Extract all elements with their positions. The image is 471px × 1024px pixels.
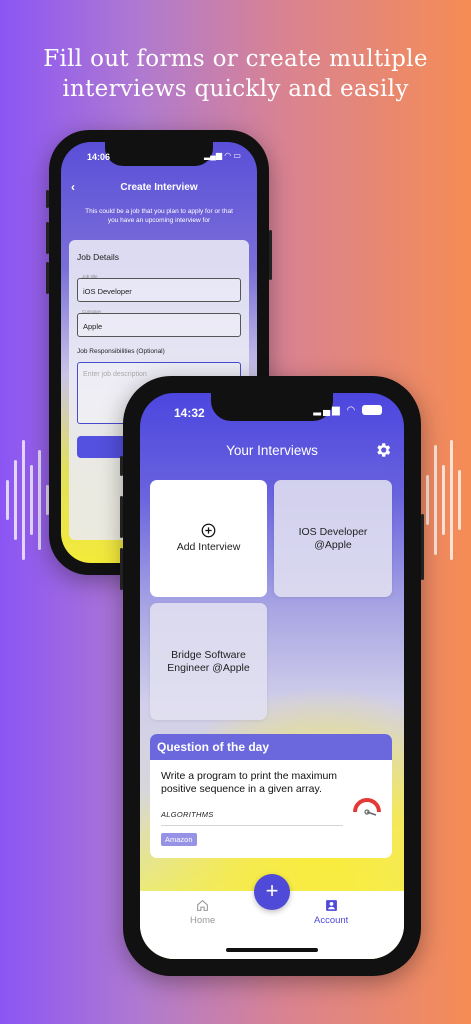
company-label: Company <box>82 309 102 314</box>
question-of-the-day-heading: Question of the day <box>150 734 392 760</box>
promo-headline-line1: Fill out forms or create multiple <box>43 46 428 72</box>
job-title-label: Job title <box>82 274 98 279</box>
job-title-field[interactable]: Job title iOS Developer <box>77 274 241 302</box>
job-title-value: iOS Developer <box>83 287 132 296</box>
home-indicator <box>226 948 318 952</box>
account-icon <box>325 900 337 911</box>
interview-card-label: IOS Developer @Apple <box>298 525 368 551</box>
tab-home[interactable]: Home <box>190 899 215 926</box>
add-interview-fab[interactable]: + <box>254 874 290 910</box>
company-tag: Amazon <box>161 833 197 846</box>
job-description-placeholder: Enter job description <box>83 371 147 378</box>
responsibilities-label: Job Responsibilities (Optional) <box>77 348 165 355</box>
divider <box>161 825 343 826</box>
plus-circle-icon <box>201 523 216 538</box>
screen-subtitle: This could be a job that you plan to app… <box>85 208 233 224</box>
add-interview-label: Add Interview <box>176 541 241 553</box>
tab-account[interactable]: Account <box>314 899 348 926</box>
interview-card[interactable]: IOS Developer @Apple <box>274 480 392 597</box>
screen-title: Create Interview <box>120 182 198 193</box>
question-of-the-day-card[interactable]: Question of the day Write a program to p… <box>150 734 392 858</box>
form-section-title: Job Details <box>77 252 120 262</box>
gear-icon[interactable] <box>374 441 392 459</box>
status-icons: ▂▄▆ ◠ <box>313 405 382 416</box>
promo-headline: Fill out forms or create multiple interv… <box>0 44 471 104</box>
status-icons: ▂▄▆ ◠ ▭ <box>204 151 241 160</box>
battery-icon <box>362 405 382 416</box>
interview-card-label: Bridge Software Engineer @Apple <box>167 648 250 674</box>
interview-card[interactable]: Bridge Software Engineer @Apple <box>150 603 267 720</box>
company-field[interactable]: Company Apple <box>77 309 241 337</box>
status-time: 14:32 <box>174 406 205 420</box>
promo-headline-line2: interviews quickly and easily <box>62 76 409 102</box>
phone-notch <box>105 142 213 166</box>
add-interview-card[interactable]: Add Interview <box>150 480 267 597</box>
difficulty-gauge-icon <box>353 798 381 816</box>
tab-home-label: Home <box>190 915 216 926</box>
question-text: Write a program to print the maximum pos… <box>161 770 338 795</box>
screen-title: Your Interviews <box>226 443 318 458</box>
company-value: Apple <box>83 322 103 331</box>
status-time: 14:06 <box>87 152 111 162</box>
question-category: ALGORITHMS <box>161 810 214 819</box>
home-icon <box>197 899 209 911</box>
your-interviews-screen: 14:32 ▂▄▆ ◠ Your Interviews Add Intervie… <box>140 393 404 959</box>
front-phone-frame: 14:32 ▂▄▆ ◠ Your Interviews Add Intervie… <box>120 376 424 976</box>
tab-account-label: Account <box>314 915 349 926</box>
